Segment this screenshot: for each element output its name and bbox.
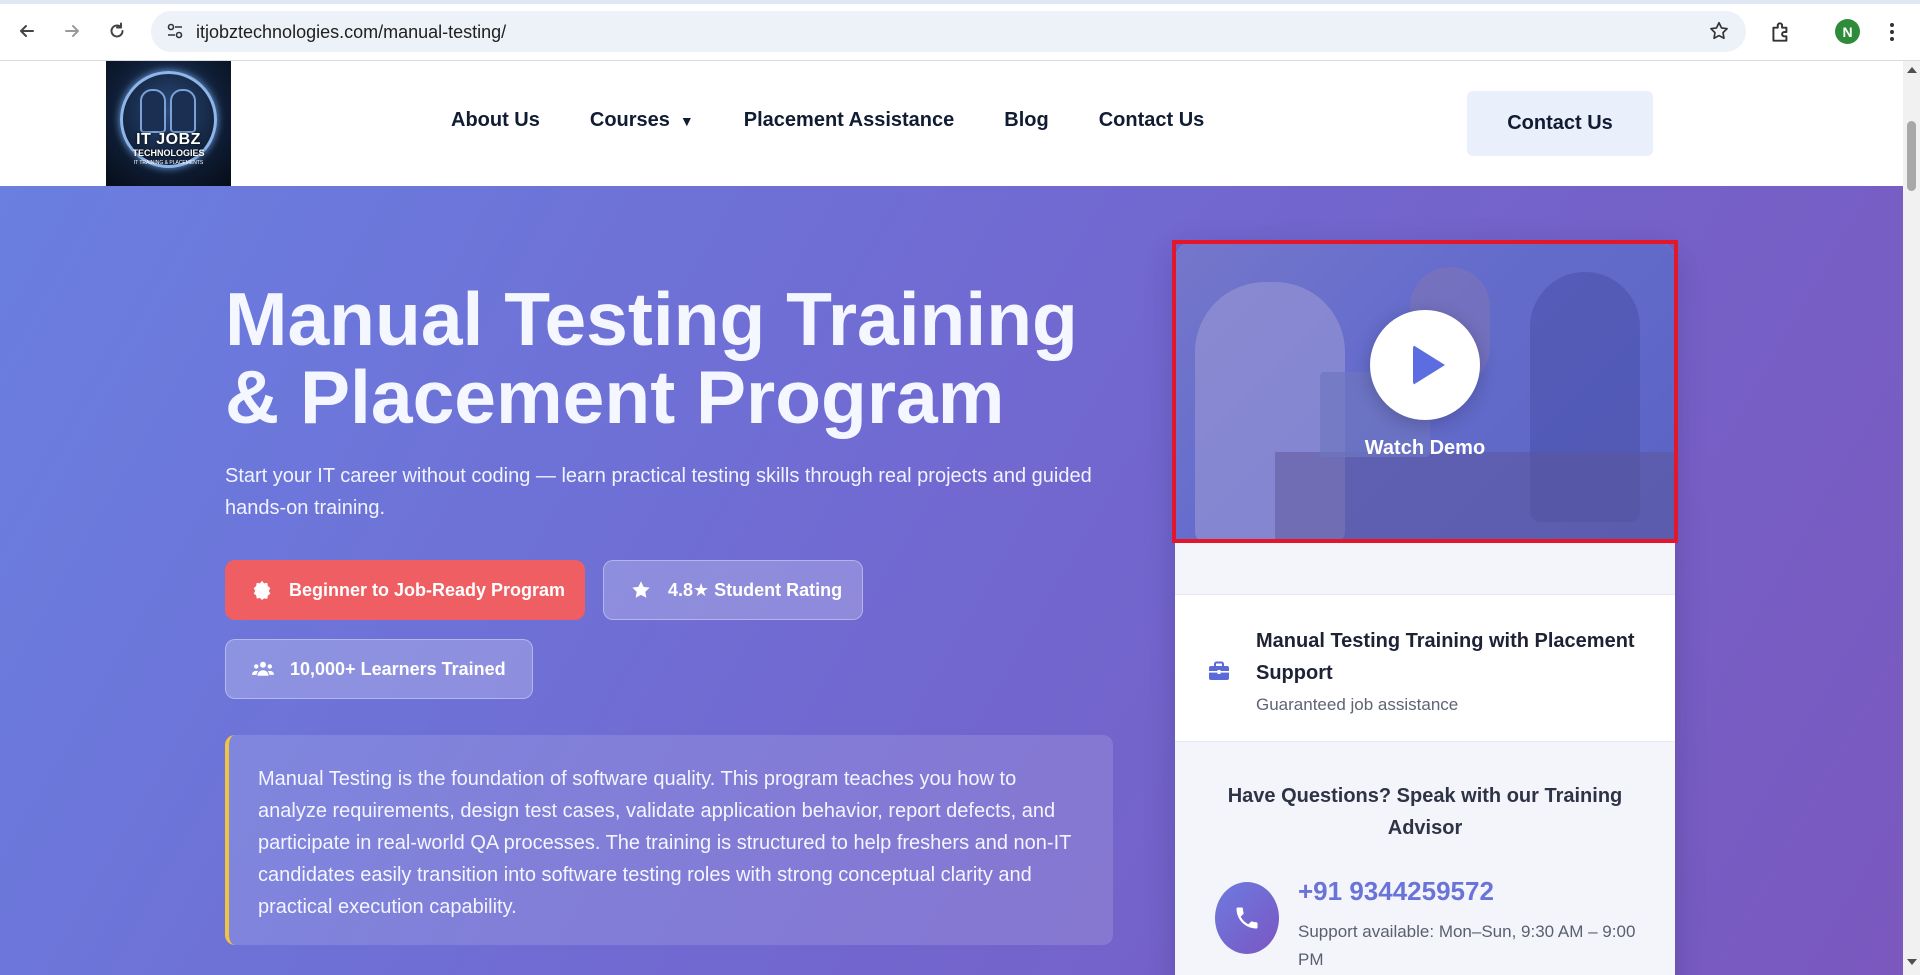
play-icon [1413,345,1445,385]
logo-text-sub: TECHNOLOGIES [132,148,205,158]
badge-job-ready: Beginner to Job-Ready Program [225,560,585,620]
scroll-up-arrow-icon[interactable] [1907,67,1917,73]
feature-item: Manual Testing Training with Placement S… [1175,594,1675,742]
profile-avatar[interactable]: N [1835,19,1860,44]
support-hours: Support available: Mon–Sun, 9:30 AM – 9:… [1298,922,1636,969]
demo-video[interactable]: Watch Demo [1175,242,1675,540]
forward-icon [65,25,79,37]
nav-courses[interactable]: Courses ▼ [590,109,694,132]
hero-subtitle: Start your IT career without coding — le… [225,465,1092,519]
site-settings-icon[interactable] [165,21,185,41]
forward-button[interactable] [55,14,89,48]
hero-section: Manual Testing Training & Placement Prog… [0,186,1903,975]
menu-kebab-icon[interactable] [1885,20,1899,44]
badge-learners: 10,000+ Learners Trained [225,639,533,699]
intro-callout: Manual Testing is the foundation of soft… [225,735,1113,945]
reload-button[interactable] [100,14,134,48]
nav-blog[interactable]: Blog [1004,109,1048,132]
site-header: IT JOBZ TECHNOLOGIES IT TRAINING & PLACE… [0,61,1903,186]
logo-tagline: IT TRAINING & PLACEMENTS [133,160,204,166]
back-icon [20,25,34,37]
site-logo[interactable]: IT JOBZ TECHNOLOGIES IT TRAINING & PLACE… [106,61,231,186]
bookmark-star-icon[interactable] [1708,20,1730,42]
users-icon [252,658,274,680]
nav-about-us[interactable]: About Us [451,109,540,132]
extensions-icon[interactable] [1768,19,1794,45]
header-contact-button[interactable]: Contact Us [1467,91,1653,156]
back-button[interactable] [10,14,44,48]
logo-figure-right [170,89,196,133]
questions-heading: Have Questions? Speak with our Training … [1227,785,1623,839]
scroll-down-arrow-icon[interactable] [1907,959,1917,965]
badge-rating: 4.8★ Student Rating [603,560,863,620]
tab-strip-edge [0,0,1920,4]
nav-placement-assistance[interactable]: Placement Assistance [744,109,954,132]
address-bar[interactable]: itjobztechnologies.com/manual-testing/ [151,11,1746,52]
enquiry-card: Watch Demo Manual Testing Training with … [1175,242,1675,975]
logo-text-main: IT JOBZ [136,131,201,148]
briefcase-icon [1209,661,1229,680]
caret-down-icon: ▼ [679,112,694,129]
watch-demo-label[interactable]: Watch Demo [1175,437,1675,460]
phone-icon-badge[interactable] [1215,882,1279,954]
phone-icon [1236,907,1258,929]
nav-contact-us[interactable]: Contact Us [1099,109,1205,132]
logo-figure-left [140,89,166,133]
phone-number-link[interactable]: +91 9344259572 [1298,876,1494,907]
page-title: Manual Testing Training & Placement Prog… [225,277,1078,439]
reload-icon [110,22,124,38]
badge-job-ready-label: Beginner to Job-Ready Program [289,579,566,600]
play-button[interactable] [1370,310,1480,420]
nav-courses-label: Courses [589,109,670,131]
feature-subtitle: Guaranteed job assistance [1256,695,1459,714]
page-scrollbar[interactable] [1903,61,1920,975]
feature-title: Manual Testing Training with Placement S… [1256,630,1635,684]
url-text[interactable]: itjobztechnologies.com/manual-testing/ [196,22,506,43]
main-nav: About Us Courses ▼ Placement Assistance B… [451,109,1254,132]
badge-learners-label: 10,000+ Learners Trained [290,658,506,679]
badge-rating-label: 4.8★ Student Rating [668,579,843,600]
scrollbar-thumb[interactable] [1907,121,1916,191]
badge-icon [251,579,273,601]
star-icon [630,579,652,601]
browser-toolbar: itjobztechnologies.com/manual-testing/ N [0,0,1920,61]
